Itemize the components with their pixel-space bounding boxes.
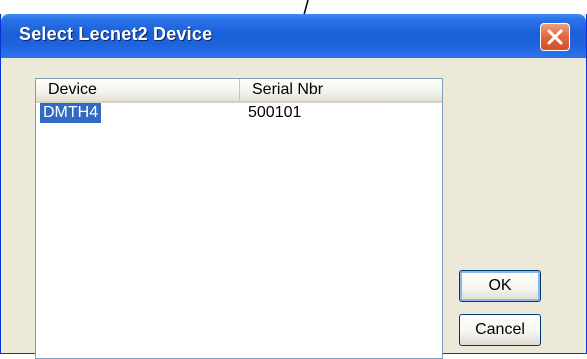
dialog-body: Device Serial Nbr DMTH4 500101 OK Cancel <box>1 58 586 359</box>
close-button[interactable] <box>540 23 570 51</box>
column-header-device[interactable]: Device <box>36 79 240 101</box>
device-list[interactable]: Device Serial Nbr DMTH4 500101 <box>35 78 443 359</box>
close-icon <box>547 29 563 45</box>
dialog-title: Select Lecnet2 Device <box>19 24 213 44</box>
serial-number-cell[interactable]: 500101 <box>248 103 301 123</box>
dialog-titlebar[interactable]: Select Lecnet2 Device <box>1 14 586 58</box>
ok-button[interactable]: OK <box>459 270 541 302</box>
select-device-dialog: Select Lecnet2 Device Device Serial Nbr … <box>0 14 587 359</box>
list-header: Device Serial Nbr <box>36 79 442 103</box>
column-header-serial[interactable]: Serial Nbr <box>240 79 442 101</box>
device-name-cell[interactable]: DMTH4 <box>40 103 102 123</box>
cancel-button[interactable]: Cancel <box>459 314 541 346</box>
list-row[interactable]: DMTH4 500101 <box>36 103 442 123</box>
